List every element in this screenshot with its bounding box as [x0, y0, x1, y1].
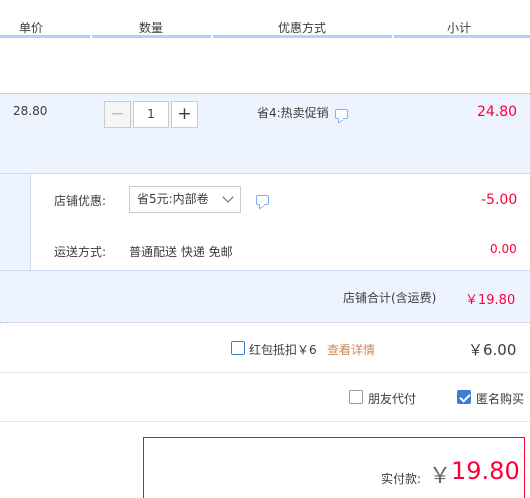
- table-header: 单价 数量 优惠方式 小计: [0, 0, 530, 38]
- friend-pay-checkbox[interactable]: [349, 390, 363, 404]
- shop-total-value: ￥19.80: [465, 293, 516, 308]
- item-promo: 省4:热卖促销: [257, 106, 329, 120]
- header-divider: [211, 35, 213, 38]
- shop-total-row: [0, 270, 530, 323]
- qty-input[interactable]: 1: [133, 101, 169, 128]
- shipping-value: 0.00: [490, 242, 517, 256]
- comment-icon[interactable]: [335, 109, 348, 119]
- quantity-stepper: − 1 +: [104, 101, 198, 128]
- payment-currency: ￥: [429, 464, 452, 489]
- shop-total-label: 店铺合计(含运费): [343, 291, 437, 305]
- order-confirm-page: 单价 数量 优惠方式 小计 28.80 − 1 + 省4:热卖促销 24.80 …: [0, 0, 530, 498]
- red-packet-checkbox[interactable]: [231, 341, 245, 355]
- chevron-down-icon: [222, 191, 234, 203]
- shop-discount-select-value: 省5元:内部卷: [137, 192, 209, 206]
- anonymous-label: 匿名购买: [476, 392, 525, 406]
- shipping-label: 运送方式:: [54, 245, 107, 259]
- header-divider: [90, 35, 92, 38]
- item-subtotal: 24.80: [477, 104, 518, 120]
- payment-label: 实付款:: [381, 472, 422, 486]
- payment-options-row: [0, 373, 530, 422]
- red-packet-label: 红包抵扣￥6: [249, 343, 317, 357]
- header-quantity: 数量: [139, 21, 164, 35]
- shop-discount-select[interactable]: 省5元:内部卷: [129, 186, 241, 213]
- header-divider: [392, 35, 394, 38]
- comment-icon[interactable]: [256, 195, 269, 205]
- shop-discount-label: 店铺优惠:: [54, 194, 107, 208]
- qty-decrease-button[interactable]: −: [104, 101, 131, 128]
- header-promo: 优惠方式: [278, 21, 327, 35]
- header-price: 单价: [19, 21, 44, 35]
- header-subtotal: 小计: [447, 21, 472, 35]
- red-packet-amount: ￥6.00: [468, 341, 517, 359]
- anonymous-checkbox[interactable]: [457, 390, 471, 404]
- shop-discount-value: -5.00: [481, 192, 518, 208]
- view-details-link[interactable]: 查看详情: [327, 341, 375, 358]
- item-price: 28.80: [13, 104, 48, 118]
- payment-amount: 19.80: [451, 457, 520, 485]
- qty-increase-button[interactable]: +: [171, 101, 198, 128]
- shipping-method: 普通配送 快递 免邮: [129, 245, 233, 259]
- friend-pay-label: 朋友代付: [368, 392, 417, 406]
